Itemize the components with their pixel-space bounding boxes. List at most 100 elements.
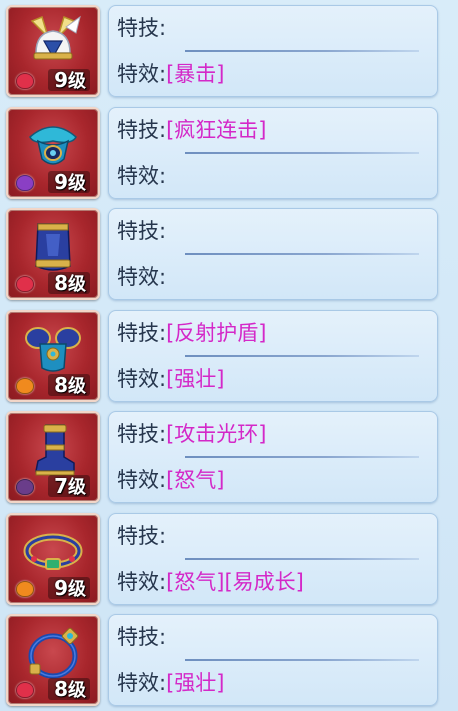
effect-value: [怒气][易成长]: [166, 570, 304, 594]
equipment-row[interactable]: 9 级 特技: 特效: [暴击]: [0, 3, 458, 99]
bracelet-icon: [28, 627, 79, 679]
effect-line: 特效:: [117, 261, 166, 291]
equipment-row[interactable]: 8 级 特技: 特效:: [0, 206, 458, 302]
skill-label: 特技:: [117, 524, 167, 548]
divider: [185, 456, 419, 458]
skill-line: 特技: [疯狂连击]: [117, 114, 266, 144]
divider: [185, 253, 419, 255]
effect-label: 特效:: [117, 265, 167, 289]
boots-icon: [35, 424, 75, 476]
level-badge: 9 级: [48, 68, 90, 92]
divider: [185, 659, 419, 661]
effect-label: 特效:: [117, 468, 167, 492]
effect-label: 特效:: [117, 671, 167, 695]
gem-icon: [16, 682, 34, 698]
attribute-panel: 特技: 特效: [暴击]: [108, 5, 438, 97]
effect-label: 特效:: [117, 570, 167, 594]
gem-icon: [16, 175, 34, 191]
helmet-icon: [30, 15, 81, 60]
attribute-panel: 特技: 特效: [怒气][易成长]: [108, 513, 438, 605]
attribute-panel: 特技: [攻击光环] 特效: [怒气]: [108, 411, 438, 503]
level-badge: 9 级: [48, 170, 90, 194]
level-number: 8: [54, 677, 68, 701]
skill-line: 特技:: [117, 520, 166, 550]
equipment-list: 9 级 特技: 特效: [暴击] 9 级 特技: [疯狂连击] 特效: 8 级 …: [0, 0, 458, 711]
level-unit: 级: [68, 274, 86, 295]
effect-line: 特效: [怒气][易成长]: [117, 566, 304, 596]
effect-line: 特效: [强壮]: [117, 667, 224, 697]
equipment-slot-armor[interactable]: 8 级: [6, 208, 100, 300]
level-unit: 级: [68, 680, 86, 701]
shoulder-armor-icon: [25, 327, 81, 372]
skill-value: [反射护盾]: [166, 321, 267, 345]
equipment-row[interactable]: 8 级 特技: 特效: [强壮]: [0, 612, 458, 708]
level-unit: 级: [68, 173, 86, 194]
skill-line: 特技: [反射护盾]: [117, 317, 266, 347]
equipment-slot-helmet[interactable]: 9 级: [6, 5, 100, 97]
skill-line: 特技:: [117, 12, 166, 42]
effect-value: [强壮]: [166, 367, 225, 391]
effect-value: [怒气]: [166, 468, 225, 492]
equipment-slot-shoulder-armor[interactable]: 8 级: [6, 310, 100, 402]
skill-label: 特技:: [117, 321, 167, 345]
gem-icon: [16, 479, 34, 495]
level-unit: 级: [68, 376, 86, 397]
effect-line: 特效:: [117, 160, 166, 190]
level-number: 9: [54, 68, 68, 92]
skill-label: 特技:: [117, 16, 167, 40]
attribute-panel: 特技: [疯狂连击] 特效:: [108, 107, 438, 199]
effect-label: 特效:: [117, 62, 167, 86]
level-unit: 级: [68, 477, 86, 498]
level-unit: 级: [68, 579, 86, 600]
armor-icon: [35, 223, 71, 271]
divider: [185, 558, 419, 560]
necklace-icon: [29, 126, 77, 165]
effect-line: 特效: [强壮]: [117, 363, 224, 393]
level-number: 8: [54, 373, 68, 397]
effect-label: 特效:: [117, 367, 167, 391]
level-number: 9: [54, 170, 68, 194]
skill-label: 特技:: [117, 118, 167, 142]
level-badge: 7 级: [48, 474, 90, 498]
effect-value: [暴击]: [166, 62, 225, 86]
equipment-row[interactable]: 8 级 特技: [反射护盾] 特效: [强壮]: [0, 308, 458, 404]
belt-icon: [23, 533, 83, 570]
level-number: 7: [54, 474, 68, 498]
level-badge: 8 级: [48, 271, 90, 295]
effect-value: [强壮]: [166, 671, 225, 695]
divider: [185, 355, 419, 357]
effect-label: 特效:: [117, 164, 167, 188]
gem-icon: [16, 73, 34, 89]
skill-label: 特技:: [117, 219, 167, 243]
skill-value: [攻击光环]: [166, 422, 267, 446]
level-unit: 级: [68, 71, 86, 92]
equipment-row[interactable]: 9 级 特技: [疯狂连击] 特效:: [0, 105, 458, 201]
skill-line: 特技: [攻击光环]: [117, 418, 266, 448]
effect-line: 特效: [怒气]: [117, 464, 224, 494]
skill-line: 特技:: [117, 621, 166, 651]
level-number: 9: [54, 576, 68, 600]
equipment-slot-belt[interactable]: 9 级: [6, 513, 100, 605]
gem-icon: [16, 276, 34, 292]
attribute-panel: 特技: [反射护盾] 特效: [强壮]: [108, 310, 438, 402]
attribute-panel: 特技: 特效:: [108, 208, 438, 300]
effect-line: 特效: [暴击]: [117, 58, 224, 88]
equipment-slot-necklace[interactable]: 9 级: [6, 107, 100, 199]
equipment-slot-boots[interactable]: 7 级: [6, 411, 100, 503]
level-badge: 8 级: [48, 373, 90, 397]
equipment-row[interactable]: 7 级 特技: [攻击光环] 特效: [怒气]: [0, 409, 458, 505]
level-number: 8: [54, 271, 68, 295]
divider: [185, 152, 419, 154]
gem-icon: [16, 378, 34, 394]
divider: [185, 50, 419, 52]
equipment-slot-bracelet[interactable]: 8 级: [6, 614, 100, 706]
skill-label: 特技:: [117, 625, 167, 649]
gem-icon: [16, 581, 34, 597]
skill-line: 特技:: [117, 215, 166, 245]
attribute-panel: 特技: 特效: [强壮]: [108, 614, 438, 706]
level-badge: 9 级: [48, 576, 90, 600]
level-badge: 8 级: [48, 677, 90, 701]
skill-value: [疯狂连击]: [166, 118, 267, 142]
skill-label: 特技:: [117, 422, 167, 446]
equipment-row[interactable]: 9 级 特技: 特效: [怒气][易成长]: [0, 511, 458, 607]
